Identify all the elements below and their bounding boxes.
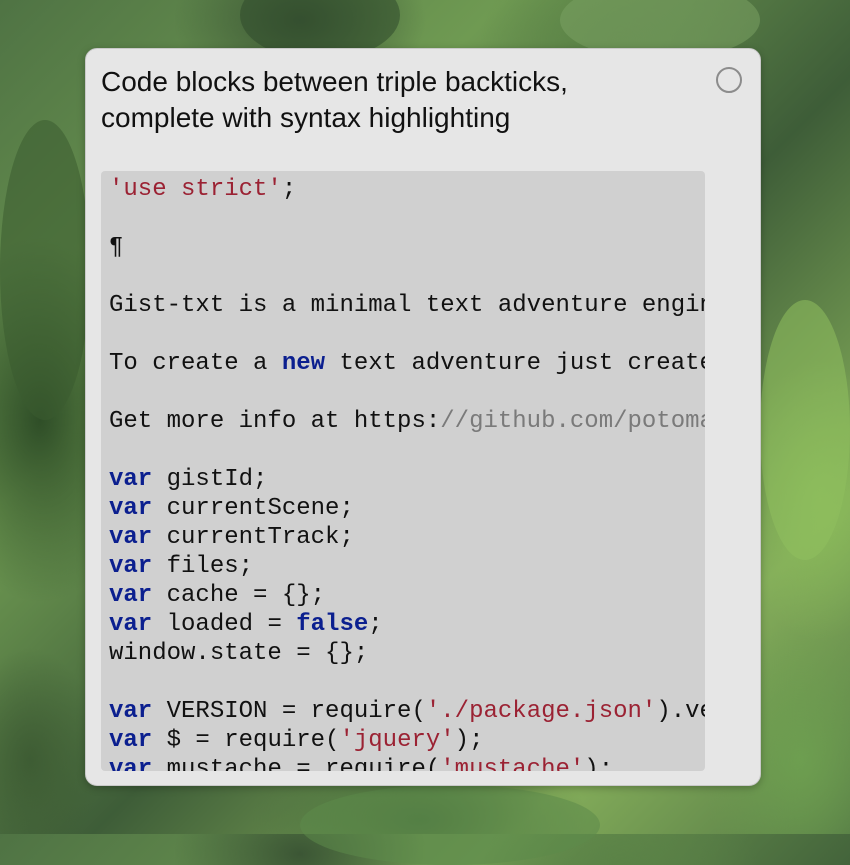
code-token-keyword: var	[109, 727, 153, 754]
code-content: 'use strict'; ¶ Gist-txt is a minimal text…	[109, 175, 705, 771]
code-line: var currentScene;	[109, 494, 705, 523]
code-token-keyword: var	[109, 495, 153, 522]
code-token-string: 'use strict'	[109, 176, 282, 203]
code-line: var mustache = require('mustache');	[109, 755, 705, 771]
code-token-keyword: var	[109, 698, 153, 725]
code-line: var VERSION = require('./package.json').…	[109, 697, 705, 726]
code-token-plain: ).ve	[656, 698, 705, 725]
code-token-keyword: var	[109, 611, 153, 638]
code-block[interactable]: 'use strict'; ¶ Gist-txt is a minimal text…	[101, 171, 705, 771]
code-line: var $ = require('jquery');	[109, 726, 705, 755]
code-token-keyword: var	[109, 582, 153, 609]
code-token-string: 'mustache'	[440, 756, 585, 771]
code-token-keyword: var	[109, 756, 153, 771]
code-line: ¶	[109, 233, 705, 262]
code-line: var gistId;	[109, 465, 705, 494]
code-token-plain: );	[584, 756, 614, 771]
code-token-plain: files;	[152, 553, 254, 580]
foliage-shape	[0, 120, 90, 420]
code-token-plain: Get more info at https:	[109, 408, 441, 435]
code-line: var currentTrack;	[109, 523, 705, 552]
code-token-plain: $ = require(	[152, 727, 340, 754]
code-line: var files;	[109, 552, 705, 581]
code-line: 'use strict';	[109, 175, 705, 204]
close-circle-icon[interactable]	[716, 67, 742, 93]
code-token-plain: mustache = require(	[152, 756, 441, 771]
code-token-plain: To create a	[109, 350, 282, 377]
code-token-plain: loaded =	[152, 611, 297, 638]
code-line: var cache = {};	[109, 581, 705, 610]
code-token-plain: gistId;	[152, 466, 268, 493]
code-token-plain: ¶	[109, 234, 124, 261]
snippet-panel: Code blocks between triple backticks, co…	[85, 48, 761, 786]
code-line: Gist-txt is a minimal text adventure eng…	[109, 291, 705, 320]
code-token-keyword: var	[109, 524, 153, 551]
code-token-plain: currentTrack;	[152, 524, 354, 551]
code-token-keyword: var	[109, 553, 153, 580]
code-token-plain: cache = {};	[152, 582, 326, 609]
panel-title: Code blocks between triple backticks, co…	[101, 66, 568, 133]
code-token-keyword: var	[109, 466, 153, 493]
code-token-plain: text adventure just create	[325, 350, 705, 377]
code-token-string: './package.json'	[425, 698, 657, 725]
code-line: To create a new text adventure just crea…	[109, 349, 705, 378]
code-token-string: 'jquery'	[339, 727, 455, 754]
code-token-plain: window.state = {};	[109, 640, 369, 667]
code-token-keyword: new	[281, 350, 326, 377]
code-line: var loaded = false;	[109, 610, 705, 639]
code-token-plain: ;	[281, 176, 297, 203]
code-token-plain: Gist-txt is a minimal text adventure eng…	[109, 292, 705, 319]
code-token-plain: );	[454, 727, 484, 754]
foliage-shape	[300, 785, 600, 865]
code-token-keyword: false	[296, 611, 369, 638]
code-token-plain: VERSION = require(	[152, 698, 426, 725]
code-token-plain: currentScene;	[152, 495, 354, 522]
code-line: window.state = {};	[109, 639, 705, 668]
code-token-plain: ;	[368, 611, 383, 638]
code-token-comment: //github.com/potomak	[440, 408, 705, 435]
foliage-shape	[760, 300, 850, 560]
code-line: Get more info at https://github.com/poto…	[109, 407, 705, 436]
